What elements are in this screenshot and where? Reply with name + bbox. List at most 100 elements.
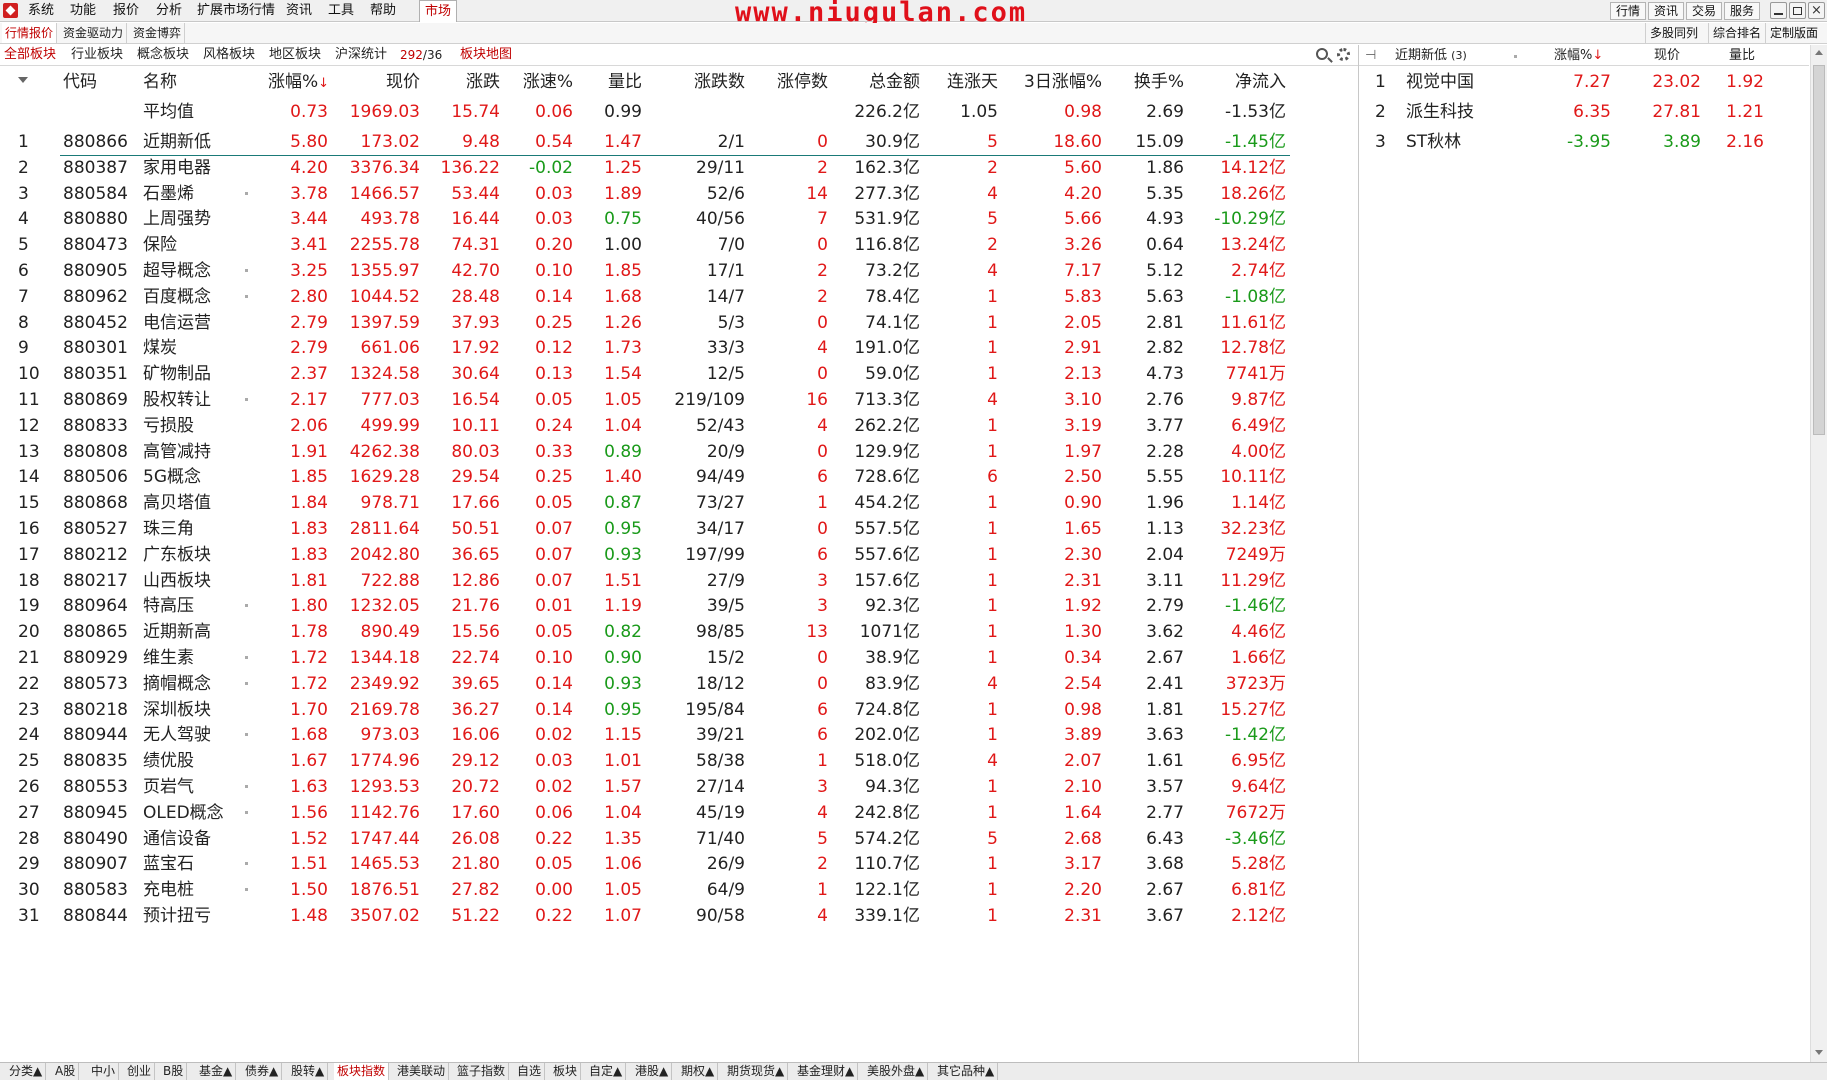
col-amount[interactable]: 总金额: [840, 67, 920, 97]
sector-map-link[interactable]: 板块地图: [460, 45, 512, 65]
scroll-up-icon[interactable]: [1815, 50, 1823, 55]
menu-quote[interactable]: 报价: [113, 0, 139, 22]
sector-name: 预计扭亏: [143, 906, 211, 926]
list-item[interactable]: 1 视觉中国 7.27 23.02 1.92: [1359, 67, 1809, 97]
tab-quote-list[interactable]: 行情报价: [2, 23, 58, 43]
marker-dot-icon: [245, 733, 248, 737]
bottom-tab[interactable]: 自定▲: [586, 1063, 627, 1080]
function-tab-bar: 行情报价 资金驱动力 资金博弈 多股同列 综合排名 定制版面: [0, 23, 1827, 44]
table-row[interactable]: 31 880844 预计扭亏 1.48 3507.02 51.22 0.22 1.07 90/5…: [0, 901, 1300, 931]
col-up-down-count[interactable]: 涨跌数: [665, 67, 745, 97]
change-3day: 2.31: [1064, 906, 1102, 926]
close-icon[interactable]: ×: [1808, 2, 1825, 19]
category-region[interactable]: 地区板块: [269, 45, 321, 65]
col-diff[interactable]: 涨跌: [440, 67, 500, 97]
menu-help[interactable]: 帮助: [370, 0, 396, 22]
amount: 339.1亿: [854, 906, 920, 926]
bottom-tab[interactable]: 分类▲: [6, 1063, 47, 1080]
category-industry[interactable]: 行业板块: [71, 45, 123, 65]
tab-custom-layout[interactable]: 定制版面: [1765, 23, 1822, 43]
col-limit-up-count[interactable]: 涨停数: [750, 67, 828, 97]
bottom-tab[interactable]: A股: [52, 1063, 80, 1080]
col-name[interactable]: 名称: [143, 67, 177, 97]
up-down-count: 292/36: [400, 45, 442, 65]
category-all-sectors[interactable]: 全部板块: [4, 45, 56, 65]
search-icon[interactable]: [1316, 48, 1328, 60]
bottom-tab[interactable]: 股转▲: [288, 1063, 329, 1080]
minimize-icon[interactable]: [1770, 2, 1787, 19]
top-button-news[interactable]: 资讯: [1648, 2, 1685, 20]
top-button-trade[interactable]: 交易: [1686, 2, 1723, 20]
scroll-down-icon[interactable]: [1815, 1050, 1823, 1055]
category-style[interactable]: 风格板块: [203, 45, 255, 65]
col-net-inflow[interactable]: 净流入: [1190, 67, 1286, 97]
rcol-price[interactable]: 现价: [1654, 45, 1680, 66]
bottom-tab[interactable]: 基金理财▲: [794, 1063, 859, 1080]
avg-change: 0.73: [290, 102, 328, 122]
category-concept[interactable]: 概念板块: [137, 45, 189, 65]
stock-change-pct: -3.95: [1567, 132, 1611, 152]
stock-volume-ratio: 1.21: [1726, 102, 1764, 122]
top-button-service[interactable]: 服务: [1724, 2, 1761, 20]
marker-dot-icon: [245, 294, 248, 298]
up-count: 292: [400, 48, 423, 62]
bottom-tab[interactable]: 自选: [514, 1063, 546, 1080]
bottom-tab[interactable]: 期权▲: [678, 1063, 719, 1080]
menu-market[interactable]: 市场: [419, 0, 458, 22]
col-code[interactable]: 代码: [63, 67, 97, 97]
menu-system[interactable]: 系统: [28, 0, 54, 22]
bottom-tab[interactable]: 板块指数: [334, 1063, 390, 1080]
top-button-quote[interactable]: 行情: [1610, 2, 1647, 20]
bottom-tab[interactable]: 其它品种▲: [934, 1063, 999, 1080]
col-price[interactable]: 现价: [340, 67, 420, 97]
tab-overall-rank[interactable]: 综合排名: [1708, 23, 1765, 43]
menu-analysis[interactable]: 分析: [156, 0, 182, 22]
menu-function[interactable]: 功能: [70, 0, 96, 22]
rcol-change-pct[interactable]: 涨幅%↓: [1554, 45, 1603, 66]
bottom-tab[interactable]: 港股▲: [632, 1063, 673, 1080]
marker-dot-icon: [245, 888, 248, 892]
bottom-tab[interactable]: 基金▲: [196, 1063, 237, 1080]
col-change-pct[interactable]: 涨幅%↓: [268, 67, 329, 99]
bottom-tab[interactable]: 中小: [88, 1063, 120, 1080]
marker-dot-icon: [245, 604, 248, 608]
pin-icon[interactable]: ⊣: [1365, 45, 1376, 66]
menu-tools[interactable]: 工具: [328, 0, 354, 22]
category-bar: 全部板块 行业板块 概念板块 风格板块 地区板块 沪深统计 292/36 板块地…: [0, 45, 1358, 66]
tab-fund-game[interactable]: 资金博弈: [130, 23, 186, 43]
rcol-change-pct-label: 涨幅%: [1554, 48, 1593, 63]
bottom-tab[interactable]: 板块: [550, 1063, 582, 1080]
col-rise-days[interactable]: 连涨天: [930, 67, 998, 97]
bottom-tab[interactable]: B股: [160, 1063, 188, 1080]
gear-icon[interactable]: [1337, 48, 1350, 61]
stock-price: 27.81: [1652, 102, 1701, 122]
col-3day-change[interactable]: 3日涨幅%: [1010, 67, 1102, 97]
collapse-icon[interactable]: [18, 77, 28, 83]
bottom-tab[interactable]: 篮子指数: [454, 1063, 510, 1080]
rcol-volume-ratio[interactable]: 量比: [1729, 45, 1755, 66]
tab-multi-stock[interactable]: 多股同列: [1645, 23, 1702, 43]
list-item[interactable]: 2 派生科技 6.35 27.81 1.21: [1359, 97, 1809, 127]
bottom-tab[interactable]: 港美联动: [394, 1063, 450, 1080]
scroll-thumb[interactable]: [1813, 65, 1825, 435]
tab-fund-driving-force[interactable]: 资金驱动力: [60, 23, 128, 43]
sector-code: 880844: [63, 906, 128, 926]
bottom-tab[interactable]: 债券▲: [242, 1063, 283, 1080]
constituent-title-text: 近期新低: [1395, 48, 1448, 63]
menu-extended-market[interactable]: 扩展市场行情: [197, 0, 275, 22]
menu-news[interactable]: 资讯: [286, 0, 312, 22]
avg-speed: 0.06: [535, 102, 573, 122]
category-hs-stats[interactable]: 沪深统计: [335, 45, 387, 65]
list-item[interactable]: 3 ST秋林 -3.95 3.89 2.16: [1359, 127, 1809, 157]
vertical-scrollbar[interactable]: [1810, 45, 1827, 1062]
marker-dot-icon: [245, 269, 248, 272]
restore-icon[interactable]: [1789, 2, 1806, 19]
col-turnover[interactable]: 换手%: [1112, 67, 1184, 97]
col-speed[interactable]: 涨速%: [505, 67, 573, 97]
dot-icon: [1514, 55, 1517, 58]
sector-table: 代码 名称 涨幅%↓ 现价 涨跌 涨速% 量比 涨跌数 涨停数 总金额 连涨天 …: [0, 67, 1358, 1062]
bottom-tab[interactable]: 期货现货▲: [724, 1063, 789, 1080]
col-volume-ratio[interactable]: 量比: [580, 67, 642, 97]
bottom-tab[interactable]: 美股外盘▲: [864, 1063, 929, 1080]
bottom-tab[interactable]: 创业: [124, 1063, 156, 1080]
